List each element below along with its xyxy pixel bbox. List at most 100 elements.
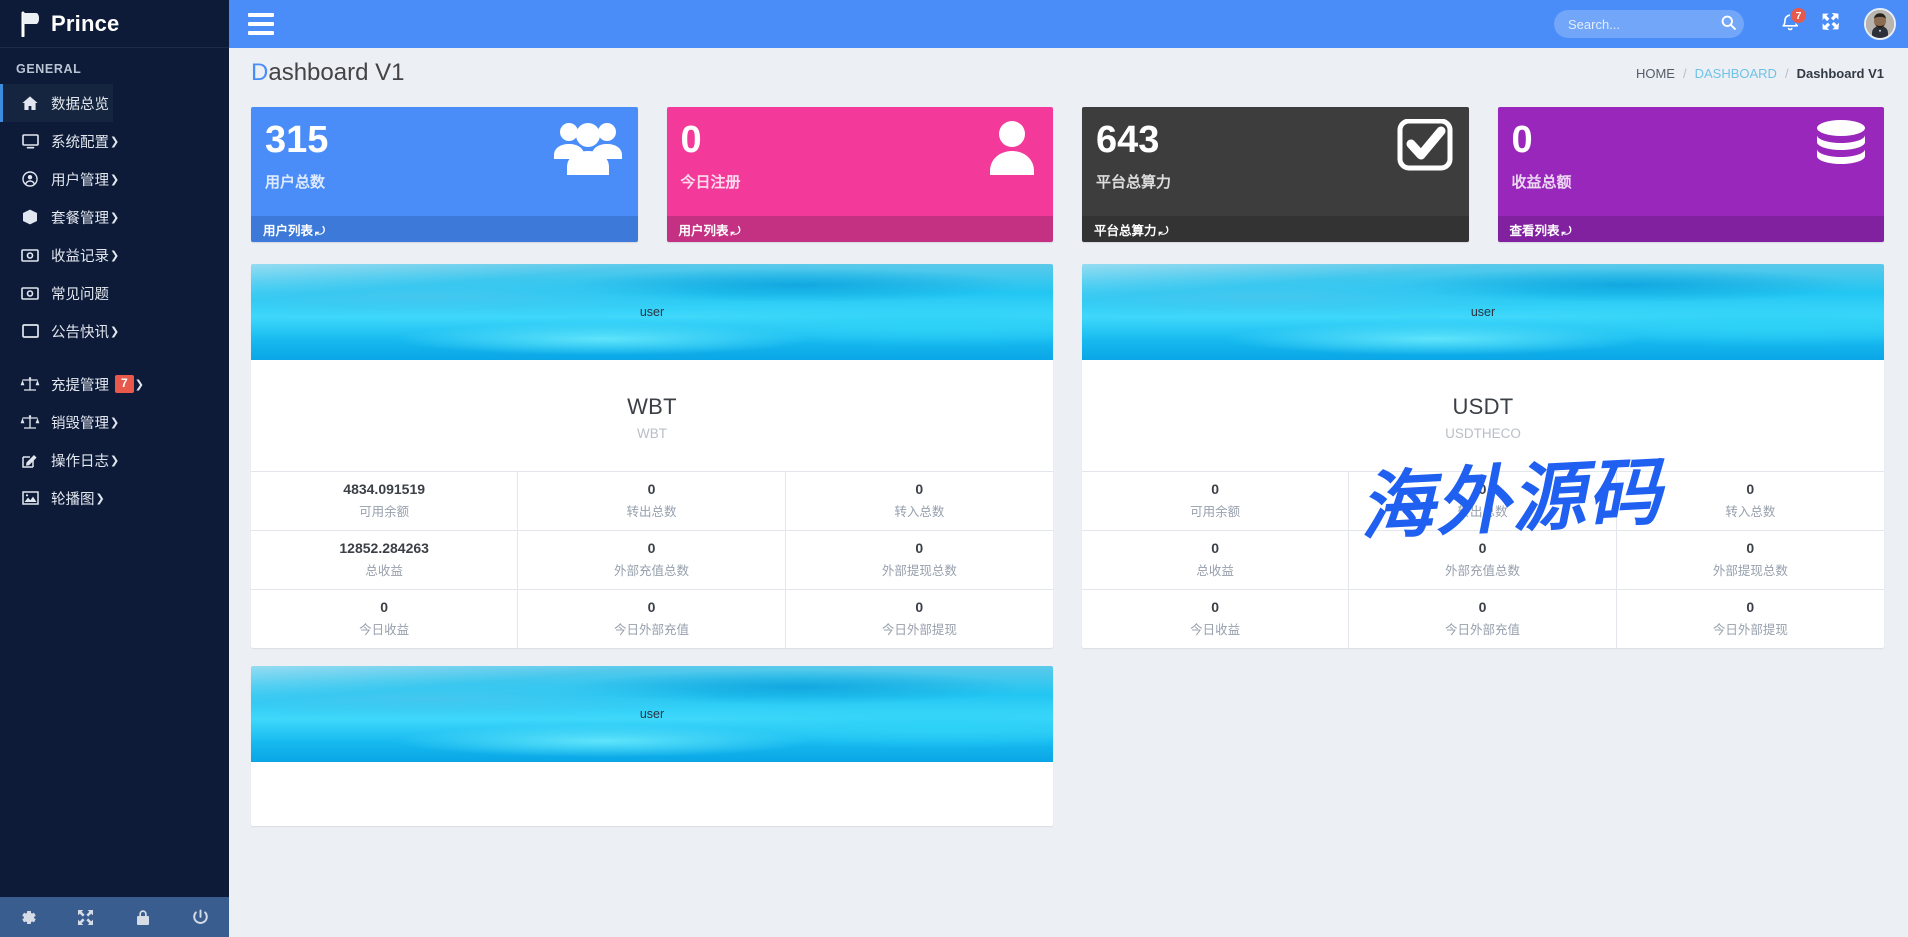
coin-stat-label: 总收益 — [365, 563, 403, 578]
stat-card-total-users[interactable]: 315 用户总数 用户列表 ⤾ — [251, 107, 638, 242]
stat-card-total-income[interactable]: 0 收益总额 查看列表 ⤾ — [1497, 107, 1884, 242]
stat-footer-link[interactable]: 用户列表 ⤾ — [251, 216, 638, 242]
sidebar-item-label: 收益记录 — [51, 248, 109, 265]
coin-banner-image: user — [251, 264, 1053, 360]
coin-stat-value: 0 — [647, 481, 656, 497]
money-icon — [19, 286, 41, 300]
breadcrumb-home[interactable]: HOME — [1636, 66, 1675, 81]
search-box[interactable] — [1554, 10, 1744, 38]
chevron-right-icon: ❯ — [110, 453, 120, 467]
coin-stat-cell: 4834.091519 可用余额 — [251, 471, 519, 530]
coin-banner-alt-text: user — [639, 305, 665, 319]
power-icon[interactable] — [172, 909, 229, 926]
status-badge: 7 — [115, 375, 134, 393]
coin-subtitle: USDTHECO — [1445, 426, 1521, 441]
coin-title: USDT — [1452, 394, 1514, 419]
sidebar-section-label: GENERAL — [16, 62, 82, 76]
stat-footer-label: 用户列表 — [263, 224, 314, 238]
sidebar-item-label: 操作日志 — [51, 453, 109, 470]
coin-stat-value: 0 — [915, 481, 924, 497]
chevron-right-icon: ❯ — [110, 324, 120, 338]
users-group-icon — [553, 119, 622, 180]
stat-card-today-registered[interactable]: 0 今日注册 用户列表 ⤾ — [666, 107, 1053, 242]
coin-stat-cell: 0 今日外部充值 — [518, 589, 786, 648]
user-circle-icon — [19, 171, 41, 187]
coin-banner-image: user — [251, 666, 1053, 762]
coin-stat-cell: 12852.284263 总收益 — [251, 530, 519, 589]
stat-cards-row: 315 用户总数 用户列表 ⤾ 0 今日注册 用户列表 ⤾ 643 平台总算力 … — [229, 98, 1908, 242]
stat-footer-link[interactable]: 平台总算力 ⤾ — [1082, 216, 1469, 242]
sidebar-item-burn-management[interactable]: 销毁管理 ❯ — [0, 403, 119, 441]
balance-scale-icon — [19, 376, 41, 392]
notification-bell-button[interactable]: 7 — [1770, 4, 1810, 44]
chevron-right-icon: ❯ — [110, 248, 120, 262]
coin-stat-label: 转出总数 — [626, 504, 677, 519]
coin-cards-row: user WBT WBT 4834.091519 可用余额 0 转出总数 0 转入总数… — [229, 242, 1908, 648]
home-icon — [19, 95, 41, 111]
hamburger-icon[interactable] — [238, 0, 284, 48]
coin-stat-value: 0 — [1746, 540, 1755, 556]
coin-title-block — [251, 762, 1053, 826]
stat-footer-link[interactable]: 查看列表 ⤾ — [1497, 216, 1884, 242]
sidebar-item-label: 销毁管理 — [51, 415, 109, 432]
coin-title-block: WBT WBT — [251, 360, 1053, 471]
fullscreen-button[interactable] — [1810, 4, 1850, 44]
coin-stat-label: 今日外部提现 — [1712, 622, 1788, 637]
stat-card-body: 0 收益总额 — [1497, 107, 1884, 216]
stat-footer-label: 用户列表 — [678, 224, 729, 238]
breadcrumb-current: Dashboard V1 — [1796, 65, 1884, 81]
sidebar-item-faq[interactable]: 常见问题 — [0, 274, 113, 312]
lock-icon[interactable] — [115, 909, 172, 926]
box-icon — [19, 209, 41, 225]
coin-stat-cell: 0 今日外部提现 — [1616, 589, 1884, 648]
stat-footer-link[interactable]: 用户列表 ⤾ — [666, 216, 1053, 242]
coin-stat-value: 0 — [1746, 481, 1755, 497]
stat-card-body: 0 今日注册 — [666, 107, 1053, 216]
sidebar-item-label: 系统配置 — [51, 134, 109, 151]
stat-card-body: 643 平台总算力 — [1082, 107, 1469, 216]
sidebar-item-system-config[interactable]: 系统配置 ❯ — [0, 122, 119, 160]
coin-stat-label: 外部充值总数 — [613, 563, 689, 578]
coin-title-block: USDT USDTHECO — [1082, 360, 1884, 471]
sidebar-item-label: 套餐管理 — [51, 210, 109, 227]
expand-icon[interactable] — [57, 909, 114, 926]
coin-stat-cell: 0 转入总数 — [1616, 471, 1884, 530]
prince-flag-logo-icon — [18, 11, 42, 37]
sidebar-item-package-management[interactable]: 套餐管理 ❯ — [0, 198, 119, 236]
coin-stat-value: 0 — [1478, 540, 1487, 556]
arrow-circle-icon: ⤾ — [315, 224, 326, 238]
coin-stat-value: 0 — [1211, 599, 1220, 615]
brand-name: Prince — [51, 10, 120, 36]
gear-icon[interactable] — [0, 909, 57, 926]
sidebar-item-deposit-withdraw[interactable]: 充提管理 7 ❯ — [0, 365, 229, 403]
topbar: 7 — [229, 0, 1908, 48]
sidebar-item-income-records[interactable]: 收益记录 ❯ — [0, 236, 119, 274]
stat-footer-label: 查看列表 — [1509, 224, 1560, 238]
search-icon[interactable] — [1721, 15, 1736, 35]
arrow-circle-icon: ⤾ — [1561, 224, 1572, 238]
breadcrumb-dashboard[interactable]: DASHBOARD — [1695, 66, 1777, 81]
database-icon — [1814, 119, 1868, 178]
breadcrumb-separator: / — [1784, 65, 1789, 81]
coin-stat-cell: 0 外部提现总数 — [1616, 530, 1884, 589]
sidebar-item-operation-log[interactable]: 操作日志 ❯ — [0, 441, 119, 479]
notification-count-badge: 7 — [1790, 7, 1807, 24]
coin-stats-grid: 4834.091519 可用余额 0 转出总数 0 转入总数 12852.284263… — [251, 471, 1053, 648]
coin-stat-label: 外部充值总数 — [1444, 563, 1520, 578]
stat-card-body: 315 用户总数 — [251, 107, 638, 216]
coin-stat-label: 外部提现总数 — [1712, 563, 1788, 578]
sidebar-item-carousel[interactable]: 轮播图 ❯ — [0, 479, 113, 517]
sidebar-item-overview[interactable]: 数据总览 — [0, 84, 113, 122]
coin-stat-label: 今日外部提现 — [881, 622, 957, 637]
coin-stat-cell: 0 可用余额 — [1082, 471, 1350, 530]
sidebar-item-user-management[interactable]: 用户管理 ❯ — [0, 160, 119, 198]
coin-stat-value: 0 — [647, 540, 656, 556]
sidebar-item-label: 用户管理 — [51, 172, 109, 189]
coin-stat-value: 0 — [1746, 599, 1755, 615]
search-input[interactable] — [1554, 10, 1744, 38]
avatar[interactable] — [1864, 8, 1896, 40]
sidebar-item-announcements[interactable]: 公告快讯 ❯ — [0, 312, 119, 350]
coin-stat-value: 0 — [1478, 599, 1487, 615]
brand-logo[interactable]: Prince — [0, 0, 229, 48]
stat-card-platform-power[interactable]: 643 平台总算力 平台总算力 ⤾ — [1082, 107, 1469, 242]
